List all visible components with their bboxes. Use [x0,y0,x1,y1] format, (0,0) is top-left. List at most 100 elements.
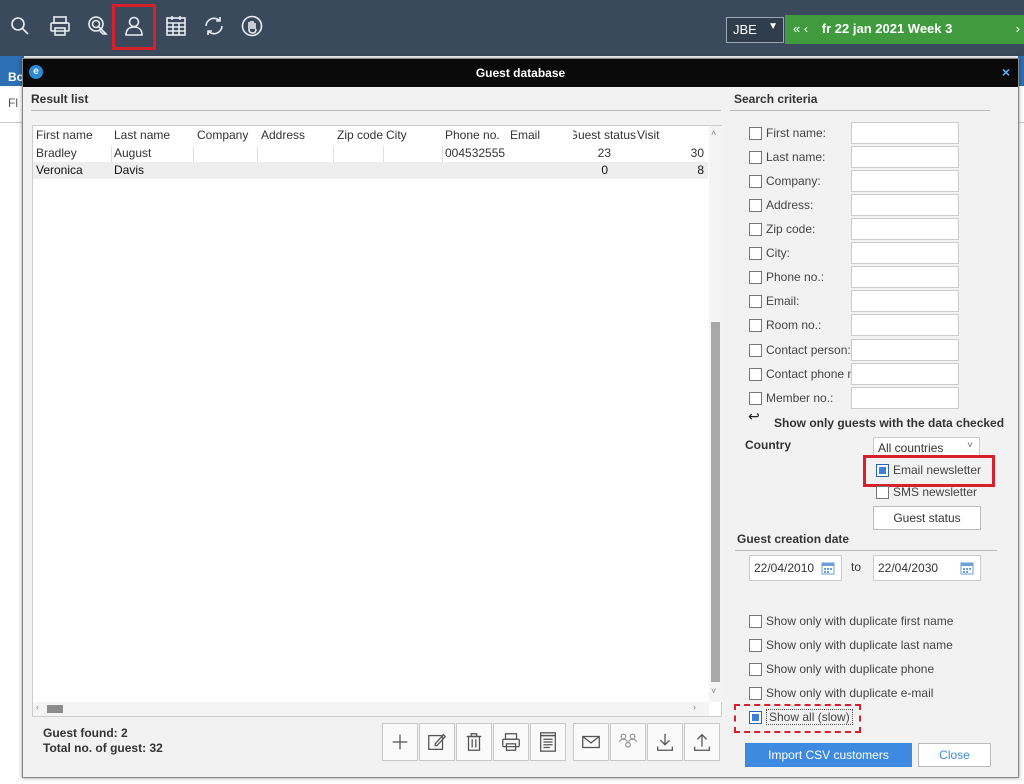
phone-checkbox[interactable] [749,271,762,284]
merge-guests-button[interactable] [610,723,646,761]
last-name-input[interactable] [851,146,959,168]
address-checkbox[interactable] [749,199,762,212]
vertical-scrollbar[interactable]: ˄ ˅ [709,126,722,702]
import-csv-button[interactable]: Import CSV customers [745,743,912,767]
creation-date-from[interactable]: 22/04/2010 [749,555,842,581]
address-input[interactable] [851,194,959,216]
first-name-checkbox[interactable] [749,127,762,140]
email-guests-button[interactable] [573,723,609,761]
table-row[interactable]: Veronica Davis 0 8 [33,162,708,179]
creation-date-to[interactable]: 22/04/2030 [873,555,981,581]
phone-input[interactable] [851,266,959,288]
email-input[interactable] [851,290,959,312]
export-button[interactable] [647,723,683,761]
company-checkbox[interactable] [749,175,762,188]
edit-guest-button[interactable] [419,723,455,761]
result-table[interactable]: First name Last name Company Address Zip… [32,125,722,717]
contact-phone-checkbox[interactable] [749,368,762,381]
phone-label: Phone no.: [766,270,825,284]
last-name-checkbox[interactable] [749,151,762,164]
criteria-phone[interactable]: Phone no.: [749,268,859,288]
room-no-input[interactable] [851,314,959,336]
calendar-icon[interactable] [160,8,192,44]
duplicate-first-name-checkbox[interactable] [749,615,762,628]
email-checkbox[interactable] [749,295,762,308]
touch-icon[interactable] [82,8,114,44]
print-list-button[interactable] [493,723,529,761]
col-first-name[interactable]: First name [36,128,111,142]
filter-duplicate-phone[interactable]: Show only with duplicate phone [749,660,969,680]
search-icon[interactable] [4,8,36,44]
scroll-right-icon[interactable]: › [693,702,696,712]
criteria-zip-code[interactable]: Zip code: [749,220,859,240]
col-city[interactable]: City [386,128,441,142]
duplicate-last-name-checkbox[interactable] [749,639,762,652]
table-row[interactable]: Bradley August 004532555 23 30 [33,145,708,162]
delete-guest-button[interactable] [456,723,492,761]
close-icon[interactable]: × [1002,59,1010,85]
company-input[interactable] [851,170,959,192]
criteria-company[interactable]: Company: [749,172,859,192]
sms-newsletter-option[interactable]: SMS newsletter [876,483,986,503]
col-email[interactable]: Email [510,128,572,142]
col-zip-code[interactable]: Zip code [337,128,383,142]
date-back-button[interactable]: « ‹ [793,21,808,36]
sms-newsletter-checkbox[interactable] [876,486,889,499]
add-guest-button[interactable] [382,723,418,761]
calendar-icon[interactable] [821,561,835,575]
col-guest-status[interactable]: Guest status [573,128,636,142]
user-select[interactable]: JBE ▼ [726,17,784,43]
room-no-checkbox[interactable] [749,319,762,332]
report-button[interactable] [530,723,566,761]
member-no-input[interactable] [851,387,959,409]
city-input[interactable] [851,242,959,264]
cell-address [261,146,334,162]
import-button[interactable] [684,723,720,761]
contact-phone-input[interactable] [851,363,959,385]
criteria-last-name[interactable]: Last name: [749,148,859,168]
scroll-left-icon[interactable]: ‹ [36,702,39,712]
filter-duplicate-email[interactable]: Show only with duplicate e-mail [749,684,969,704]
col-visit[interactable]: Visit [637,128,687,142]
duplicate-email-checkbox[interactable] [749,687,762,700]
criteria-first-name[interactable]: First name: [749,124,859,144]
scroll-down-icon[interactable]: ˅ [711,686,716,696]
scroll-thumb[interactable] [711,322,720,682]
col-last-name[interactable]: Last name [114,128,194,142]
criteria-contact-person[interactable]: Contact person: [749,341,859,361]
member-no-checkbox[interactable] [749,392,762,405]
first-name-input[interactable] [851,122,959,144]
calendar-icon[interactable] [960,561,974,575]
print-icon[interactable] [44,8,76,44]
col-company[interactable]: Company [197,128,257,142]
guest-status-button[interactable]: Guest status [873,506,981,530]
date-label[interactable]: fr 22 jan 2021 Week 3 [822,21,953,36]
filter-duplicate-first-name[interactable]: Show only with duplicate first name [749,612,969,632]
criteria-city[interactable]: City: [749,244,859,264]
scroll-thumb[interactable] [47,705,63,713]
refresh-icon[interactable] [198,8,230,44]
col-address[interactable]: Address [261,128,333,142]
criteria-email[interactable]: Email: [749,292,859,312]
stop-hand-icon[interactable] [236,8,268,44]
duplicate-phone-checkbox[interactable] [749,663,762,676]
contact-person-input[interactable] [851,339,959,361]
city-checkbox[interactable] [749,247,762,260]
cell-zip [337,146,384,162]
close-button[interactable]: Close [918,743,991,767]
email-icon [582,735,600,749]
zip-code-input[interactable] [851,218,959,240]
horizontal-scrollbar[interactable]: ‹ › [33,702,709,716]
background-row-label: Fl [8,96,18,110]
col-phone[interactable]: Phone no. [445,128,507,142]
first-name-label: First name: [766,126,827,140]
contact-person-checkbox[interactable] [749,344,762,357]
criteria-room-no[interactable]: Room no.: [749,316,859,336]
criteria-member-no[interactable]: Member no.: [749,389,859,409]
filter-duplicate-last-name[interactable]: Show only with duplicate last name [749,636,969,656]
criteria-address[interactable]: Address: [749,196,859,216]
top-toolbar: JBE ▼ « ‹ fr 22 jan 2021 Week 3 › [0,0,1024,56]
scroll-up-icon[interactable]: ˄ [711,128,716,138]
zip-code-checkbox[interactable] [749,223,762,236]
date-forward-button[interactable]: › [1016,21,1020,36]
